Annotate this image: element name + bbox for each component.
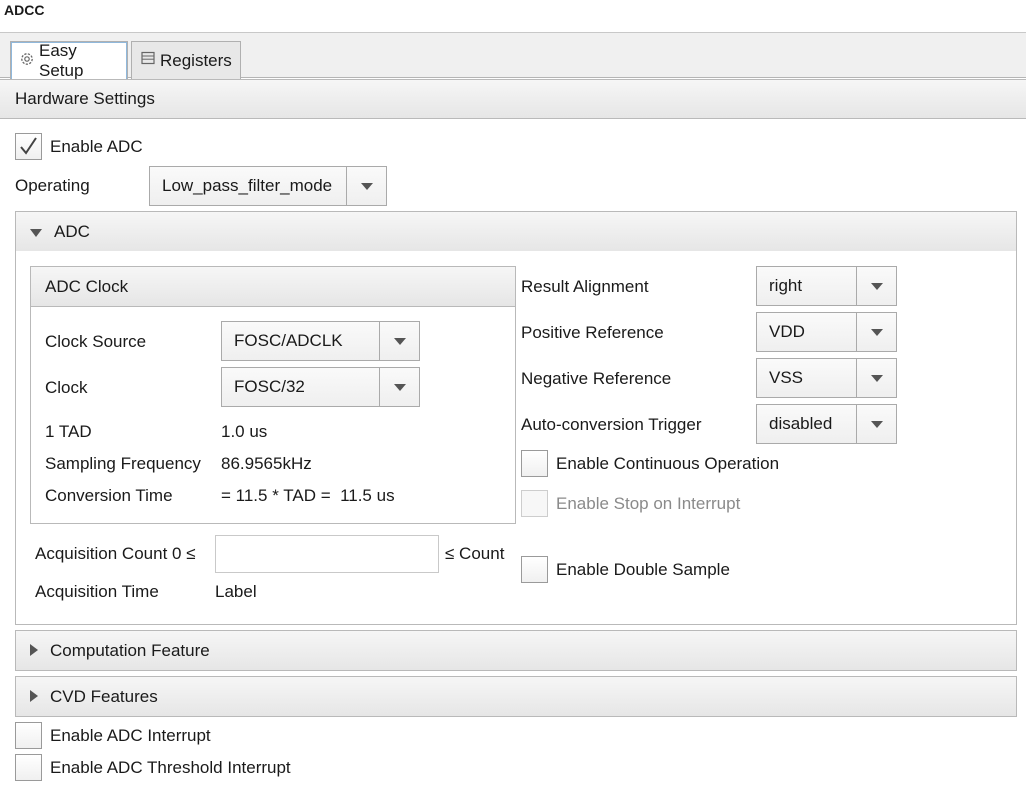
- stop-on-interrupt-label: Enable Stop on Interrupt: [556, 494, 741, 513]
- clock-source-value: FOSC/ADCLK: [234, 331, 343, 350]
- enable-adc-checkbox[interactable]: [15, 133, 42, 160]
- negative-reference-select[interactable]: VSS: [756, 358, 897, 398]
- cvd-features-header[interactable]: CVD Features: [15, 676, 1017, 717]
- auto-trigger-value: disabled: [769, 414, 833, 433]
- adc-interrupt-checkbox[interactable]: [15, 722, 42, 749]
- section-title: Computation Feature: [50, 640, 210, 660]
- threshold-interrupt-checkbox[interactable]: [15, 754, 42, 781]
- positive-reference-label: Positive Reference: [521, 323, 664, 342]
- collapsed-triangle-icon: [30, 641, 38, 661]
- section-title: CVD Features: [50, 686, 158, 706]
- tad-label: 1 TAD: [45, 422, 92, 441]
- expanded-triangle-icon: [30, 222, 42, 242]
- continuous-operation-label: Enable Continuous Operation: [556, 454, 780, 473]
- chevron-down-icon: [379, 322, 419, 360]
- chevron-down-icon: [856, 405, 896, 443]
- operating-label: Operating: [15, 176, 90, 195]
- section-title: ADC: [54, 221, 90, 241]
- tab-label: Registers: [160, 50, 232, 70]
- checkmark-icon: [20, 137, 37, 155]
- sampling-frequency-label: Sampling Frequency: [45, 454, 201, 473]
- conversion-time-value: = 11.5 * TAD = 11.5 us: [221, 486, 395, 505]
- clock-source-label: Clock Source: [45, 332, 147, 351]
- threshold-interrupt-label: Enable ADC Threshold Interrupt: [50, 758, 291, 777]
- tab-label: Easy Setup: [39, 41, 84, 80]
- adc-clock-header: ADC Clock: [30, 266, 516, 307]
- positive-reference-select[interactable]: VDD: [756, 312, 897, 352]
- enable-adc-label: Enable ADC: [50, 137, 143, 156]
- auto-trigger-label: Auto-conversion Trigger: [521, 415, 702, 434]
- result-alignment-value: right: [769, 276, 803, 295]
- chevron-down-icon: [856, 313, 896, 351]
- result-alignment-label: Result Alignment: [521, 277, 649, 296]
- acquisition-time-value: Label: [215, 582, 257, 601]
- clock-label: Clock: [45, 378, 88, 397]
- double-sample-checkbox[interactable]: [521, 556, 548, 583]
- negative-reference-value: VSS: [769, 368, 804, 387]
- hardware-settings-header: Hardware Settings: [0, 79, 1026, 119]
- chevron-down-icon: [346, 167, 386, 205]
- collapsed-triangle-icon: [30, 687, 38, 707]
- register-list-icon: [140, 50, 156, 71]
- acquisition-count-input[interactable]: [215, 535, 439, 573]
- operating-value: Low_pass_filter_mode: [162, 176, 333, 195]
- chevron-down-icon: [856, 359, 896, 397]
- chevron-down-icon: [856, 267, 896, 305]
- positive-reference-value: VDD: [769, 322, 805, 341]
- continuous-operation-checkbox[interactable]: [521, 450, 548, 477]
- computation-feature-header[interactable]: Computation Feature: [15, 630, 1017, 671]
- clock-value: FOSC/32: [234, 377, 305, 396]
- sampling-frequency-value: 86.9565kHz: [221, 454, 312, 473]
- adc-section-header[interactable]: ADC: [15, 211, 1017, 252]
- auto-trigger-select[interactable]: disabled: [756, 404, 897, 444]
- tab-strip: Easy Setup Registers: [0, 32, 1026, 80]
- tab-easy-setup[interactable]: Easy Setup: [10, 41, 128, 80]
- acquisition-count-suffix: ≤ Count: [445, 544, 505, 563]
- app-title: ADCC: [4, 2, 45, 18]
- acquisition-time-label: Acquisition Time: [35, 582, 159, 601]
- tab-registers[interactable]: Registers: [131, 41, 241, 79]
- chevron-down-icon: [379, 368, 419, 406]
- gear-icon: [19, 51, 35, 72]
- clock-select[interactable]: FOSC/32: [221, 367, 420, 407]
- conversion-time-label: Conversion Time: [45, 486, 173, 505]
- adc-interrupt-label: Enable ADC Interrupt: [50, 726, 211, 745]
- double-sample-label: Enable Double Sample: [556, 560, 730, 579]
- tad-value: 1.0 us: [221, 422, 268, 441]
- group-title: ADC Clock: [45, 276, 129, 296]
- clock-source-select[interactable]: FOSC/ADCLK: [221, 321, 420, 361]
- result-alignment-select[interactable]: right: [756, 266, 897, 306]
- section-title: Hardware Settings: [15, 89, 155, 108]
- stop-on-interrupt-checkbox[interactable]: [521, 490, 548, 517]
- operating-select[interactable]: Low_pass_filter_mode: [149, 166, 387, 206]
- negative-reference-label: Negative Reference: [521, 369, 672, 388]
- acquisition-count-label: Acquisition Count 0 ≤: [35, 544, 196, 563]
